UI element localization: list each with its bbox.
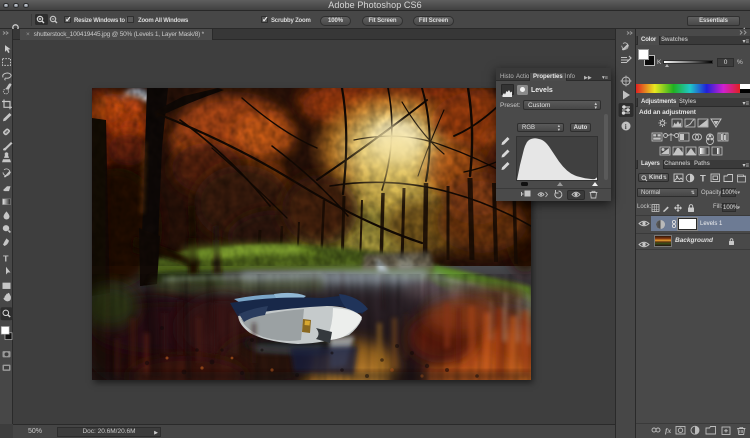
- svg-text:fx: fx: [665, 426, 671, 435]
- svg-text:i: i: [625, 123, 627, 131]
- svg-text:T: T: [700, 173, 706, 183]
- svg-text:T: T: [3, 254, 9, 264]
